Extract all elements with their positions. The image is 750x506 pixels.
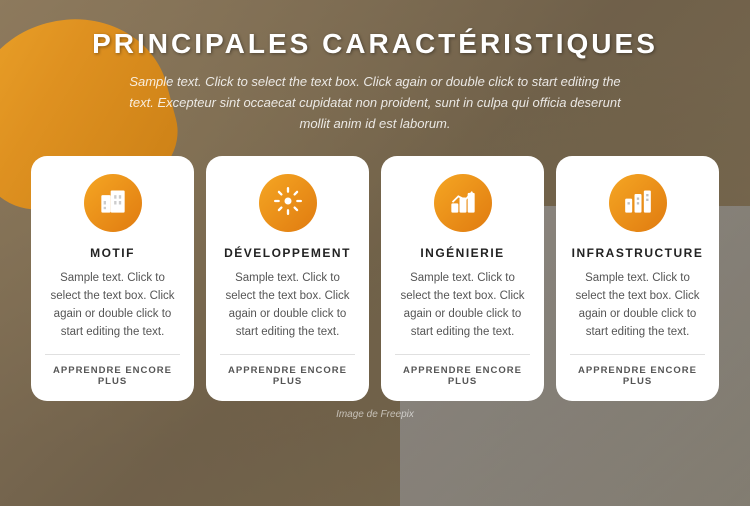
ingenierie-title: INGÉNIERIE <box>395 246 530 260</box>
motif-text: Sample text. Click to select the text bo… <box>45 270 180 341</box>
card-infrastructure: INFRASTRUCTURE Sample text. Click to sel… <box>556 156 719 400</box>
page-subtitle: Sample text. Click to select the text bo… <box>125 72 625 134</box>
developpement-title: DÉVELOPPEMENT <box>220 246 355 260</box>
page-content: PRINCIPALES CARACTÉRISTIQUES Sample text… <box>0 0 750 430</box>
ingenierie-icon-wrap <box>434 174 492 232</box>
developpement-link[interactable]: APPRENDRE ENCORE PLUS <box>220 354 355 387</box>
motif-link[interactable]: APPRENDRE ENCORE PLUS <box>45 354 180 387</box>
infrastructure-title: INFRASTRUCTURE <box>570 246 705 260</box>
motif-title: MOTIF <box>45 246 180 260</box>
card-developpement: DÉVELOPPEMENT Sample text. Click to sele… <box>206 156 369 400</box>
infrastructure-icon-wrap <box>609 174 667 232</box>
card-ingenierie: INGÉNIERIE Sample text. Click to select … <box>381 156 544 400</box>
developpement-icon <box>274 187 302 219</box>
page-title: PRINCIPALES CARACTÉRISTIQUES <box>30 28 720 60</box>
ingenierie-icon <box>449 187 477 219</box>
infrastructure-link[interactable]: APPRENDRE ENCORE PLUS <box>570 354 705 387</box>
motif-icon <box>99 187 127 219</box>
ingenierie-text: Sample text. Click to select the text bo… <box>395 270 530 341</box>
developpement-text: Sample text. Click to select the text bo… <box>220 270 355 341</box>
ingenierie-link[interactable]: APPRENDRE ENCORE PLUS <box>395 354 530 387</box>
infrastructure-text: Sample text. Click to select the text bo… <box>570 270 705 341</box>
developpement-icon-wrap <box>259 174 317 232</box>
footer-credit: Image de Freepix <box>30 409 720 420</box>
infrastructure-icon <box>624 187 652 219</box>
cards-container: MOTIF Sample text. Click to select the t… <box>30 156 720 400</box>
card-motif: MOTIF Sample text. Click to select the t… <box>31 156 194 400</box>
motif-icon-wrap <box>84 174 142 232</box>
